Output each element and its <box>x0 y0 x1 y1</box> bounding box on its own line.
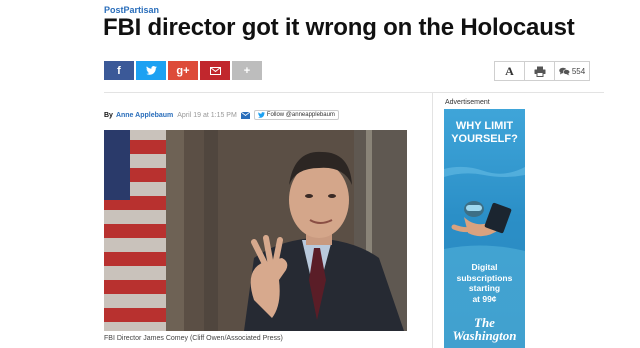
publish-date: April 19 at 1:15 PM <box>177 111 237 119</box>
ad-offer-line3: starting <box>468 283 501 293</box>
printer-icon <box>534 66 545 77</box>
ad-headline-line2: YOURSELF? <box>451 133 518 145</box>
logo-line2: Washington <box>452 328 517 343</box>
facebook-icon: f <box>117 64 121 77</box>
comment-count: 554 <box>571 66 586 76</box>
subscription-ad[interactable]: WHY LIMIT YOURSELF? Digital subscription… <box>444 109 525 348</box>
header-divider <box>104 92 604 93</box>
ad-offer-line1: Digital <box>471 262 498 272</box>
advertisement-label: Advertisement <box>445 99 490 106</box>
twitter-bird-icon <box>257 112 265 118</box>
washington-post-logo: The Washington <box>444 316 525 342</box>
googleplus-share-button[interactable]: g+ <box>168 61 198 80</box>
resize-font-button[interactable]: A <box>494 61 525 81</box>
byline: By Anne Applebaum April 19 at 1:15 PM Fo… <box>104 110 339 120</box>
ad-offer-line4: at 99¢ <box>472 293 497 304</box>
plus-icon: + <box>243 64 251 77</box>
byline-prefix: By <box>104 111 113 119</box>
article-tools: A 554 <box>494 61 590 81</box>
print-button[interactable] <box>524 61 555 81</box>
googleplus-icon: g+ <box>176 64 190 77</box>
comment-bubbles-icon <box>559 67 570 75</box>
article-headline: FBI director got it wrong on the Holocau… <box>103 14 575 41</box>
email-author-icon[interactable] <box>240 111 250 119</box>
photo-caption: FBI Director James Comey (Cliff Owen/Ass… <box>104 335 283 342</box>
email-share-button[interactable] <box>200 61 230 80</box>
ad-offer: Digital subscriptions starting at 99¢ <box>444 262 525 304</box>
article-photo <box>104 130 407 331</box>
comments-button[interactable]: 554 <box>554 61 590 81</box>
twitter-icon <box>145 66 157 75</box>
more-share-button[interactable]: + <box>232 61 262 80</box>
follow-label: Follow @anneapplebaum <box>266 112 335 118</box>
ad-offer-line2: subscriptions <box>456 272 513 283</box>
twitter-share-button[interactable] <box>136 61 166 80</box>
facebook-share-button[interactable]: f <box>104 61 134 80</box>
sidebar-divider <box>432 92 433 348</box>
font-size-icon: A <box>505 63 514 78</box>
author-link[interactable]: Anne Applebaum <box>116 112 173 119</box>
ad-headline-line1: WHY LIMIT <box>455 120 514 132</box>
share-bar: f g+ + <box>104 61 262 80</box>
ad-headline: WHY LIMIT YOURSELF? <box>444 120 525 146</box>
twitter-follow-button[interactable]: Follow @anneapplebaum <box>253 110 339 120</box>
email-icon <box>209 66 221 75</box>
